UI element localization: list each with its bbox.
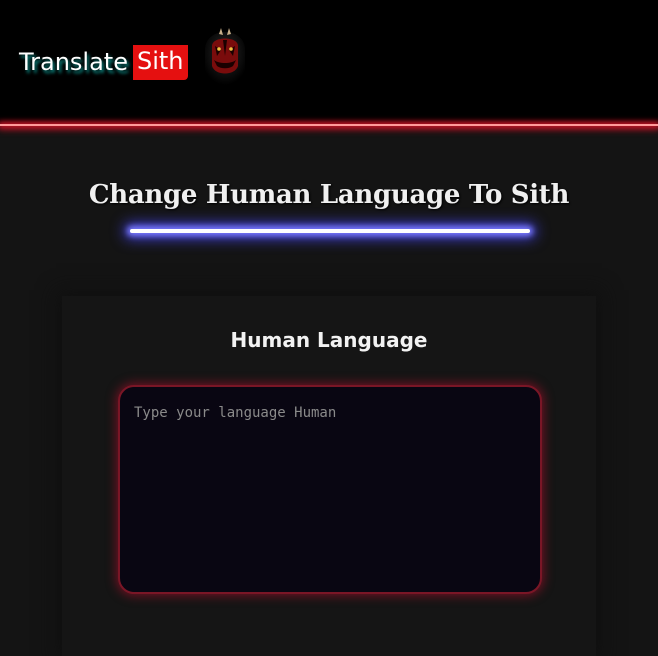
input-label: Human Language	[230, 328, 428, 352]
brand-highlight: Sith	[132, 44, 188, 80]
human-language-input[interactable]	[118, 385, 542, 594]
brand-logo-text[interactable]: Translate Sith	[19, 44, 188, 80]
header-red-glow-divider	[0, 124, 658, 126]
lightsaber-divider	[130, 229, 530, 233]
page-title: Change Human Language To Sith	[88, 180, 570, 210]
sith-face-icon	[199, 16, 251, 94]
brand-word: Translate	[19, 48, 128, 76]
